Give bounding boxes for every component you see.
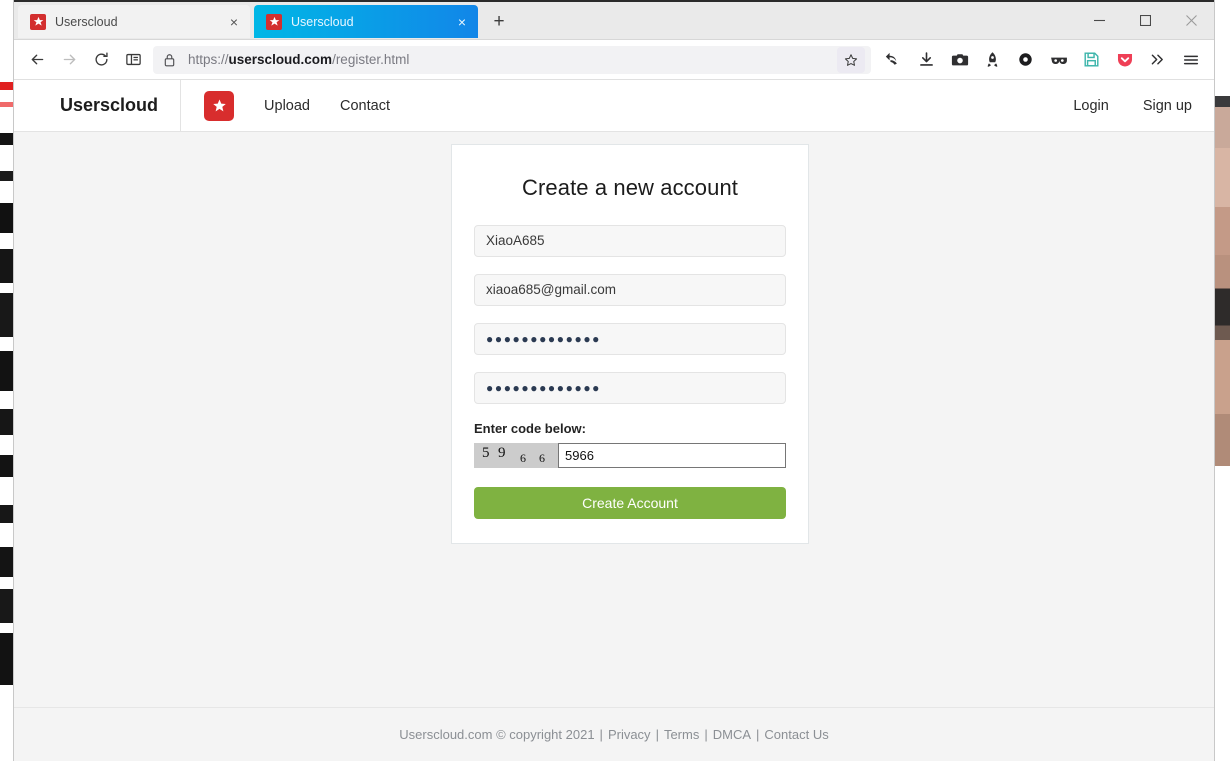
captcha-input[interactable]: 5966	[558, 443, 786, 468]
captcha-row: 5 9 6 6 5966	[474, 443, 786, 468]
desktop-background: Userscloud × Userscloud × + https://user…	[0, 0, 1230, 761]
browser-extensions-toolbar	[877, 45, 1207, 75]
site-nav-signup[interactable]: Sign up	[1143, 98, 1192, 114]
app-menu-icon[interactable]	[1174, 45, 1207, 75]
camera-icon[interactable]	[943, 45, 976, 75]
site-nav-contact[interactable]: Contact	[340, 98, 390, 114]
save-floppy-icon[interactable]	[1075, 45, 1108, 75]
padlock-icon	[163, 53, 179, 67]
browser-tab-2-close-icon[interactable]: ×	[452, 12, 472, 32]
register-card: Create a new account XiaoA685 xiaoa685@g…	[451, 144, 809, 544]
site-nav-upload[interactable]: Upload	[264, 98, 310, 114]
captcha-digit-2: 9	[498, 445, 506, 461]
footer-separator-2: |	[655, 727, 659, 742]
url-path: /register.html	[332, 52, 410, 67]
minimize-icon[interactable]	[1076, 0, 1122, 40]
browser-tab-1-close-icon[interactable]: ×	[224, 12, 244, 32]
footer-separator-1: |	[599, 727, 603, 742]
star-outline-icon[interactable]	[837, 46, 865, 73]
url-bar[interactable]: https://userscloud.com/register.html	[153, 45, 871, 74]
site-navbar: Userscloud Upload Contact Login Sign up	[14, 80, 1214, 132]
url-host: userscloud.com	[228, 52, 333, 67]
pocket-icon[interactable]	[1108, 45, 1141, 75]
sidebar-icon[interactable]	[117, 45, 149, 75]
footer-link-contact-us[interactable]: Contact Us	[764, 727, 828, 742]
captcha-digit-4: 6	[539, 451, 545, 465]
site-nav-login[interactable]: Login	[1073, 98, 1108, 114]
site-footer: Userscloud.com © copyright 2021 | Privac…	[14, 707, 1214, 761]
confirm-password-input[interactable]: ●●●●●●●●●●●●●	[474, 372, 786, 404]
glasses-icon[interactable]	[1042, 45, 1075, 75]
red-star-favicon	[266, 13, 282, 30]
browser-window: Userscloud × Userscloud × + https://user…	[13, 0, 1215, 761]
footer-link-terms[interactable]: Terms	[664, 727, 699, 742]
footer-link-dmca[interactable]: DMCA	[713, 727, 751, 742]
site-brand[interactable]: Userscloud	[60, 80, 182, 132]
close-icon[interactable]	[1168, 0, 1214, 40]
red-star-logo[interactable]	[204, 90, 235, 121]
browser-tab-1-title: Userscloud	[55, 14, 118, 29]
captcha-label: Enter code below:	[474, 421, 586, 436]
browser-tab-2[interactable]: Userscloud ×	[254, 5, 478, 38]
footer-copyright: Userscloud.com © copyright 2021	[399, 727, 595, 742]
create-account-button[interactable]: Create Account	[474, 487, 786, 519]
undo-icon[interactable]	[877, 45, 910, 75]
browser-tab-strip: Userscloud × Userscloud × +	[14, 0, 1214, 40]
web-page-content: Userscloud Upload Contact Login Sign up …	[14, 80, 1214, 761]
url-scheme: https://	[188, 52, 229, 67]
captcha-image: 5 9 6 6	[474, 443, 558, 468]
username-input[interactable]: XiaoA685	[474, 225, 786, 257]
captcha-digit-3: 6	[520, 451, 526, 465]
footer-separator-3: |	[704, 727, 708, 742]
circle-icon[interactable]	[1009, 45, 1042, 75]
email-input[interactable]: xiaoa685@gmail.com	[474, 274, 786, 306]
overflow-chevrons-icon[interactable]	[1141, 45, 1174, 75]
browser-tab-2-title: Userscloud	[291, 14, 354, 29]
footer-separator-4: |	[756, 727, 760, 742]
maximize-icon[interactable]	[1122, 0, 1168, 40]
page-title: Create a new account	[521, 175, 739, 200]
footer-link-privacy[interactable]: Privacy	[608, 727, 651, 742]
new-tab-button[interactable]: +	[486, 9, 512, 35]
background-window-left-sliver	[0, 0, 13, 761]
browser-tab-1[interactable]: Userscloud ×	[18, 5, 250, 38]
download-icon[interactable]	[910, 45, 943, 75]
red-star-favicon	[30, 13, 46, 30]
captcha-digit-1: 5	[482, 445, 490, 461]
forward-icon[interactable]	[53, 45, 85, 75]
reload-icon[interactable]	[85, 45, 117, 75]
rocket-icon[interactable]	[976, 45, 1009, 75]
window-controls	[1076, 0, 1214, 40]
password-input[interactable]: ●●●●●●●●●●●●●	[474, 323, 786, 355]
back-icon[interactable]	[21, 45, 53, 75]
browser-navigation-toolbar: https://userscloud.com/register.html	[14, 40, 1214, 80]
url-text: https://userscloud.com/register.html	[188, 52, 837, 67]
